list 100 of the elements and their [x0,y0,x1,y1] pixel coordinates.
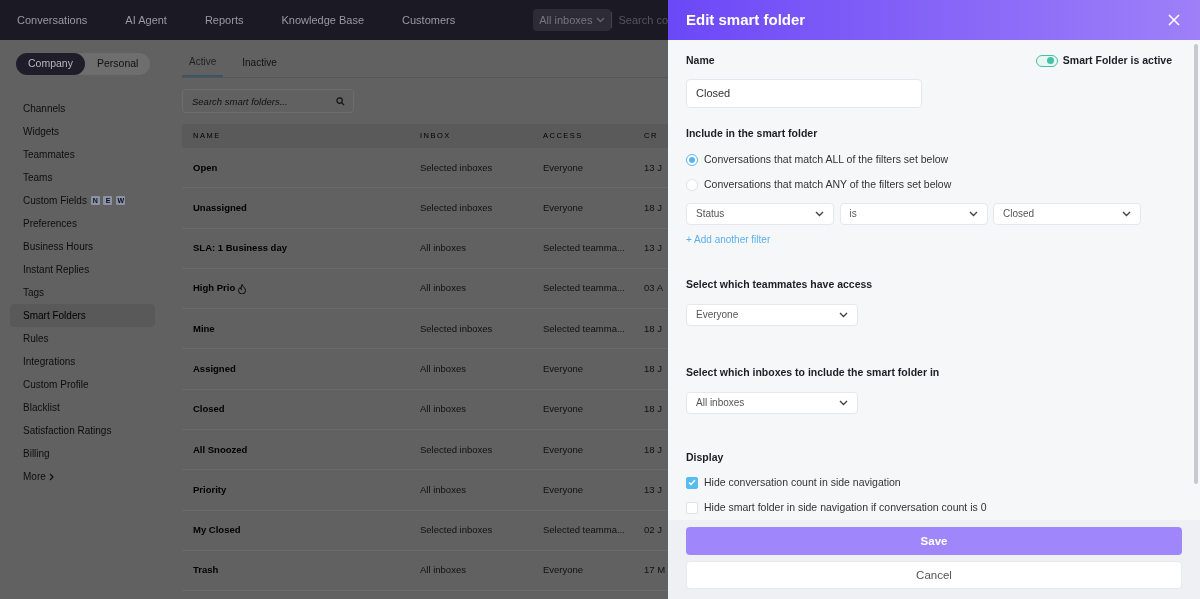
table-cell-text: All inboxes [420,482,467,497]
nav-link[interactable]: Reports [204,11,244,29]
field-label: Name [686,53,716,68]
table-cell: SLA: 1 Business day [193,241,287,256]
chevron-down-icon [839,399,848,406]
table-cell-text: Everyone [543,200,585,215]
table-cell: 13 J [644,160,662,175]
table-cell: 18 J [644,402,662,417]
sidebar-item[interactable]: Billing [10,441,155,465]
table-cell-text: All inboxes [420,563,467,578]
table-cell-text: Selected inboxes [420,523,494,538]
sidebar-item[interactable]: Tags [10,280,155,304]
sidebar-item[interactable]: Blacklist [10,395,155,419]
sidebar-item[interactable]: Teammates [10,142,155,166]
table-cell: 18 J [644,442,662,457]
table-cell: My Closed [193,523,241,538]
table-cell-text: Selected teamma... [543,281,626,296]
table-cell: 17 M [644,563,666,578]
nav-link[interactable]: AI Agent [125,11,167,29]
table-cell: Mine [193,321,215,336]
name-field[interactable]: Closed [686,78,922,108]
search-icon [336,97,345,106]
dropdown[interactable]: Closed [993,202,1141,225]
nav-link[interactable]: Customers [402,11,456,29]
option-label: Conversations that match ANY of the filters set below [704,177,952,193]
cancel-button[interactable]: Cancel [686,561,1182,590]
chevron-down-icon [839,311,848,318]
table-cell-text: Priority [193,482,227,497]
chevron-down-icon [1122,210,1131,217]
table-cell: 03 A [644,281,664,296]
table-cell-text: 13 J [644,482,662,497]
nav-link[interactable]: Knowledge Base [281,11,364,29]
chevron-down-icon [815,210,824,217]
table-cell: Trash [193,563,219,578]
close-button[interactable] [1166,12,1182,28]
table-cell-text: Selected inboxes [420,200,494,215]
sidebar-item[interactable]: Instant Replies [10,257,155,281]
sidebar-item[interactable]: Preferences [10,211,155,235]
table-cell-text: All inboxes [420,281,467,296]
tab[interactable]: Inactive [235,48,284,77]
add-filter-link[interactable]: + Add another filter [686,233,771,245]
table-cell: 18 J [644,321,662,336]
scope-tab[interactable]: Company [16,53,85,75]
dropdown[interactable]: is [839,202,988,225]
sidebar-item[interactable]: Smart Folders [10,303,155,327]
table-cell-text: Selected inboxes [420,321,494,336]
checkbox[interactable] [686,476,698,489]
section-label: Select which teammates have access [686,277,874,292]
table-cell-text: Selected teamma... [543,321,626,336]
radio-button[interactable] [686,154,698,166]
table-cell-text: Everyone [543,160,585,175]
section-label: Display [686,449,725,465]
toggle-switch[interactable] [1035,54,1058,67]
table-cell-text: Selected teamma... [543,241,626,256]
table-cell-text: Everyone [543,482,585,497]
table-cell-text: Selected teamma... [543,523,626,538]
table-cell-text: Everyone [543,362,585,376]
toggle-label: Smart Folder is active [1062,53,1172,68]
table-cell: Closed [193,402,225,417]
dropdown[interactable]: All inboxes [686,391,858,414]
table-cell-text: Selected inboxes [420,442,494,457]
dropdown[interactable]: Everyone [686,303,858,326]
table-cell-text: Everyone [543,402,585,417]
nav-link[interactable]: Conversations [17,11,88,29]
chevron-down-icon [968,210,978,217]
table-cell-text: All inboxes [420,362,467,376]
table-cell: All Snoozed [193,442,248,457]
sidebar-item[interactable]: Business Hours [10,234,155,258]
table-cell: Open [193,160,218,175]
section-label: Select which inboxes to include the smart folder in [686,364,941,380]
table-cell-text: All inboxes [420,402,467,417]
sidebar-item[interactable]: Integrations [10,349,155,373]
option-label: Conversations that match ALL of the filters set below [704,152,949,168]
table-cell: 02 J [644,523,662,538]
table-cell-text: Everyone [543,563,585,578]
sidebar-item[interactable]: Channels [10,96,155,120]
scope-tab[interactable]: Personal [84,53,151,75]
table-cell-text: Unassigned [193,200,247,215]
option-label: Hide conversation count in side navigation [704,474,901,490]
dropdown[interactable]: Status [686,202,834,225]
table-cell-text: Assigned [193,362,236,376]
panel-title: Edit smart folder [686,11,806,29]
sidebar-item[interactable]: Widgets [10,119,155,143]
table-cell: 13 J [644,241,662,256]
table-cell-text: 18 J [644,362,662,376]
table-cell-text: All inboxes [420,241,467,256]
table-cell-text: 18 J [644,200,662,215]
sidebar-item[interactable]: Custom Profile [10,372,155,396]
save-button[interactable]: Save [686,527,1182,556]
more-link[interactable]: More [10,464,155,488]
search-field[interactable]: Search smart folders... [182,89,354,113]
inbox-select[interactable]: All inboxes [533,9,612,31]
scrollbar[interactable] [1194,44,1198,484]
table-cell: High Prio [193,281,236,296]
table-cell-text: Selected inboxes [420,160,494,175]
sidebar-item[interactable]: Rules [10,326,155,350]
sidebar-item[interactable]: Teams [10,165,155,189]
tab[interactable]: Active [182,48,224,77]
sidebar-item[interactable]: Satisfaction Ratings [10,418,155,442]
option-label: Hide smart folder in side navigation if conversation count is 0 [704,499,987,515]
